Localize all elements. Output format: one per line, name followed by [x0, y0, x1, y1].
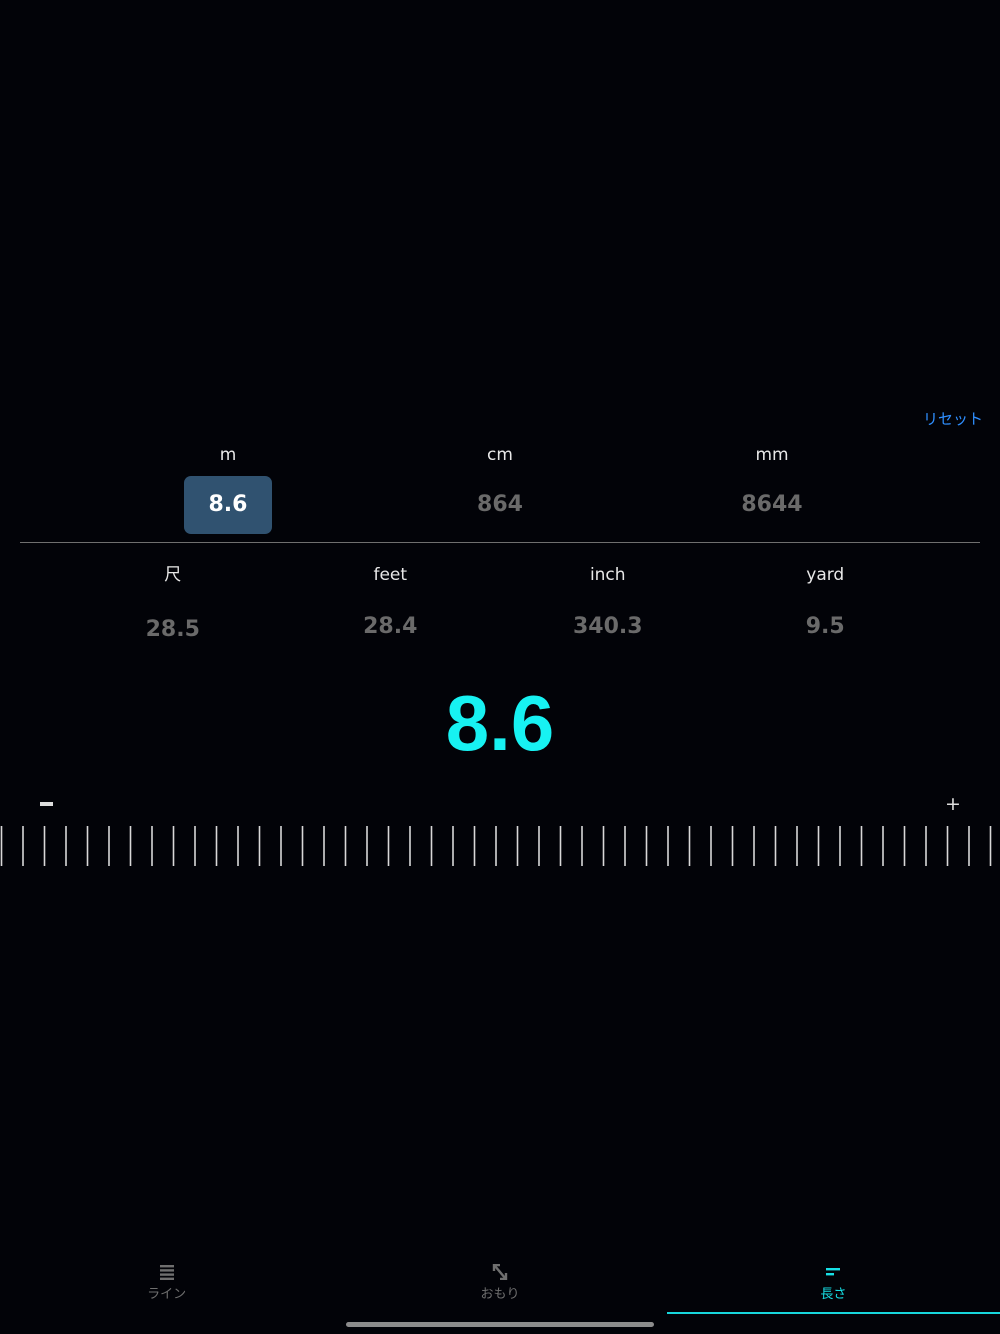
reset-button[interactable]: リセット — [923, 408, 983, 429]
unit-label: yard — [806, 565, 845, 585]
current-value-display: 8.6 — [445, 679, 555, 767]
decrement-button[interactable] — [40, 796, 54, 812]
increment-button[interactable]: + — [944, 794, 962, 814]
metric-units-row: m 8.6 cm 864 mm 8644 — [92, 444, 908, 534]
unit-feet: feet 28.4 — [282, 564, 500, 649]
unit-label: cm — [487, 445, 513, 465]
unit-yard: yard 9.5 — [717, 564, 935, 649]
resize-arrows-icon — [492, 1264, 508, 1280]
ruler-slider[interactable] — [0, 826, 1000, 866]
unit-value[interactable]: 28.5 — [143, 611, 203, 649]
unit-label: inch — [589, 565, 626, 585]
unit-m: m 8.6 — [92, 444, 364, 534]
unit-label: mm — [755, 445, 789, 465]
list-icon — [159, 1265, 174, 1280]
unit-value-selected[interactable]: 8.6 — [184, 476, 272, 534]
unit-inch: inch 340.3 — [499, 564, 717, 649]
unit-value[interactable]: 28.4 — [360, 608, 420, 646]
unit-label: 尺 — [164, 565, 182, 585]
unit-value[interactable]: 340.3 — [573, 608, 643, 646]
unit-label: m — [219, 445, 237, 465]
length-icon — [826, 1268, 841, 1276]
unit-label: feet — [373, 565, 408, 585]
unit-cm: cm 864 — [364, 444, 636, 534]
unit-value[interactable]: 8644 — [729, 476, 815, 534]
divider — [20, 542, 980, 543]
tab-label: 長さ — [820, 1287, 847, 1302]
unit-value[interactable]: 864 — [457, 476, 543, 534]
tab-label: ライン — [147, 1287, 187, 1302]
traditional-units-row: 尺 28.5 feet 28.4 inch 340.3 yard 9.5 — [64, 564, 934, 649]
unit-value[interactable]: 9.5 — [795, 608, 855, 646]
tab-weight[interactable]: おもり — [333, 1254, 666, 1314]
unit-shaku: 尺 28.5 — [64, 564, 282, 649]
tab-length[interactable]: 長さ — [666, 1254, 1000, 1314]
tab-line[interactable]: ライン — [0, 1254, 333, 1314]
home-indicator — [346, 1322, 654, 1327]
unit-mm: mm 8644 — [636, 444, 908, 534]
tab-bar: ライン おもり 長さ — [0, 1254, 1000, 1314]
length-converter-screen: リセット m 8.6 cm 864 mm 8644 尺 28.5 feet 28… — [0, 0, 1000, 1334]
tab-label: おもり — [480, 1287, 520, 1302]
